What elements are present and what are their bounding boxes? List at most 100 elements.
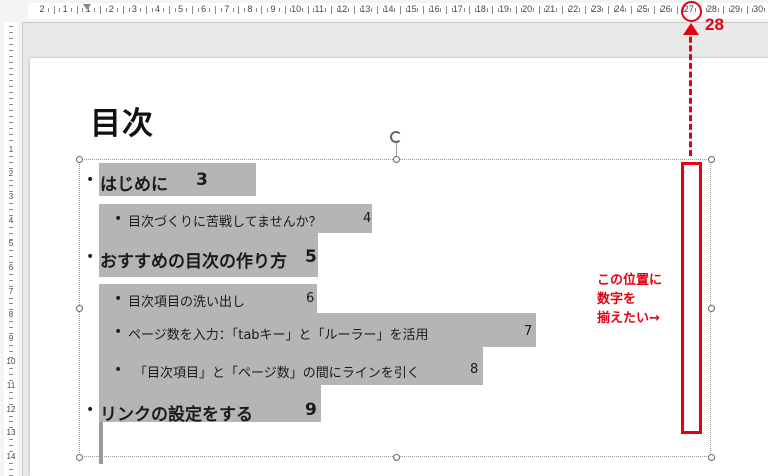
ruler-number: 10 [6,357,16,367]
ruler-tick [9,445,13,446]
bullet-icon: • [114,211,123,227]
ruler-number: 7 [224,4,230,14]
ruler-number: 4 [8,215,14,225]
resize-handle[interactable] [393,156,400,163]
ruler-tick [400,6,402,14]
toc-item-text[interactable]: ページ数を入力：「tabキー」と「ルーラー」を活用 [128,324,429,343]
text-cursor-highlight [99,422,103,464]
toc-item-page-number[interactable]: 7 [524,324,532,339]
ruler-tick [70,8,72,12]
ruler-tick [93,8,95,12]
annotation-note-line: 揃えたい→ [597,311,660,326]
ruler-number: 11 [314,4,324,14]
ruler-tick [9,104,13,105]
ruler-number: 6 [8,263,14,272]
ruler-tick [648,8,650,12]
ruler-tick [671,8,673,12]
ruler-tick [9,374,13,376]
ruler-number: 11 [6,381,16,390]
ruler-number: 3 [8,192,14,202]
annotation-note-line: この位置に [597,273,663,288]
toc-item-page-number[interactable]: 5 [305,247,317,267]
bullet-icon: • [86,402,95,418]
ruler-tick [9,155,13,157]
toc-item-text[interactable]: おすすめの目次の作り方 [100,247,287,272]
ruler-tick [221,8,223,12]
ruler-number: 8 [8,310,14,320]
ruler-tick [244,8,246,12]
resize-handle[interactable] [76,305,83,312]
rotate-handle-stem [396,143,397,157]
ruler-number: 20 [522,4,533,14]
toc-item-page-number[interactable]: 6 [306,291,314,306]
ruler-tick [538,6,540,14]
slide-title[interactable]: 目次 [90,98,154,143]
ruler-tick [469,6,471,14]
ruler-tick [376,6,378,14]
ruler-tick [9,350,13,352]
ruler-tick [255,8,257,12]
indent-marker-icon[interactable] [83,4,91,10]
ruler-tick [579,8,581,12]
ruler-number: 28 [706,4,717,14]
ruler-number: 22 [568,4,579,14]
toc-item-page-number[interactable]: 4 [363,211,371,226]
toc-item-text[interactable]: 「目次項目」と「ページ数」の間にラインを引く [134,362,420,381]
ruler-tick [174,8,176,12]
ruler-number: 9 [8,333,14,343]
toc-item-page-number[interactable]: 8 [470,362,478,377]
toc-item-text[interactable]: 目次項目の洗い出し [128,291,245,310]
bullet-icon: • [86,172,95,188]
ruler-number: 25 [637,4,648,14]
bullet-icon: • [86,249,95,265]
ruler-tick [9,116,13,117]
ruler-track [28,3,768,19]
toc-item-text[interactable]: はじめに [100,170,168,195]
ruler-tick [353,6,355,14]
ruler-number: 5 [178,4,184,14]
ruler-tick [9,80,13,81]
bullet-icon: • [114,324,123,340]
resize-handle[interactable] [76,454,83,461]
resize-handle[interactable] [708,305,715,312]
ruler-tick [9,321,13,323]
ruler-tick [486,8,488,12]
ruler-number: 29 [729,4,741,14]
resize-handle[interactable] [708,454,715,461]
ruler-tick [607,6,609,14]
vertical-ruler[interactable]: 1 2 3 4 5 6 7 8 9 10 11 12 13 14 [0,22,23,476]
ruler-tick [371,8,373,12]
resize-handle[interactable] [708,156,715,163]
ruler-tick [9,256,13,258]
horizontal-ruler[interactable]: 2 1 1 2 3 4 5 6 7 8 9 10 11 12 13 14 15 16 17 18 19 20 21 22 23 2… [0,0,768,23]
ruler-number: 19 [498,4,510,14]
ruler-tick [723,6,725,14]
toc-item-page-number[interactable]: 3 [196,170,208,190]
toc-item-text[interactable]: 目次づくりに苦戦してませんか？ [128,211,322,230]
ruler-tick [261,6,263,14]
ruler-tick [9,38,13,39]
resize-handle[interactable] [76,156,83,163]
resize-handle[interactable] [393,454,400,461]
ruler-tick [169,6,171,14]
ruler-tick [9,391,13,393]
rotate-handle-icon[interactable] [390,131,402,143]
ruler-number: 24 [614,4,625,14]
ruler-number: 6 [201,4,207,14]
ruler-number: 1 [62,4,68,14]
toc-item-text[interactable]: リンクの設定をする [100,400,253,425]
ruler-tick [9,44,13,45]
ruler-tick [9,232,13,234]
ruler-tick [9,140,13,141]
ruler-number: 5 [8,239,14,249]
ruler-tick [9,273,13,275]
ruler-tick [53,6,55,14]
ruler-tick [492,6,494,14]
ruler-tick [9,209,13,210]
toc-item-page-number[interactable]: 9 [305,400,317,420]
ruler-tick [192,6,194,14]
ruler-tick [446,6,448,14]
ruler-tick [740,8,742,12]
ruler-number: 15 [406,4,417,14]
ruler-number: 8 [247,4,253,14]
